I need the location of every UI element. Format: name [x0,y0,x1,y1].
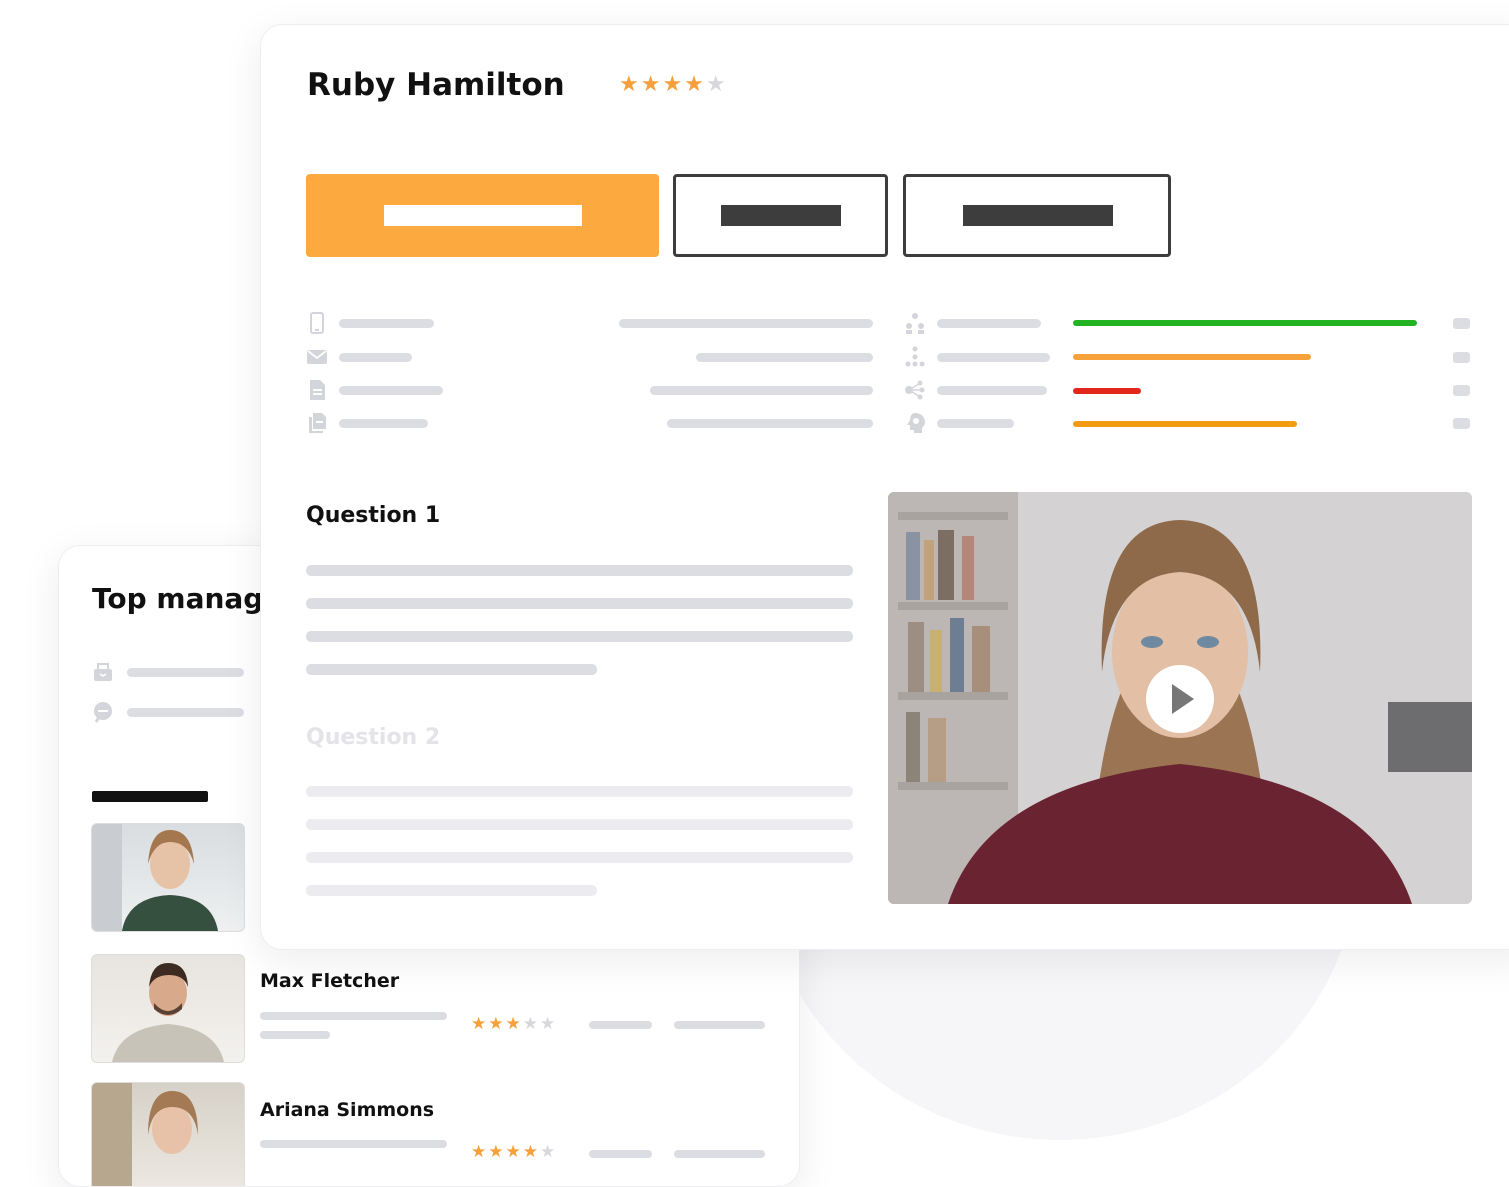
candidate-photo[interactable] [91,1082,245,1186]
candidate-rating: ★★★★★ [471,1014,558,1034]
inbox-icon [92,661,114,683]
contact-placeholder [127,708,244,717]
info-value-placeholder [619,319,873,328]
brain-network-icon [904,379,926,401]
info-label-placeholder [339,419,428,428]
candidate-rating: ★★★★★ [471,1142,558,1162]
tab-tertiary[interactable] [903,174,1171,257]
chat-icon [92,701,114,723]
contact-placeholder [127,668,244,677]
play-icon [1172,684,1194,714]
placeholder-line [589,1150,652,1158]
hierarchy-icon [904,346,926,368]
skill-value-placeholder [1453,418,1470,429]
answer-line [306,885,597,896]
top-managers-title: Top manag [92,582,264,615]
candidate-photo[interactable] [91,823,245,932]
skill-bar [1073,388,1141,394]
skill-bar [1073,421,1297,427]
info-value-placeholder [696,353,873,362]
document-icon [306,379,328,401]
skill-value-placeholder [1453,352,1470,363]
phone-icon [306,312,328,334]
play-button[interactable] [1146,665,1214,733]
skill-value-placeholder [1453,385,1470,396]
team-icon [904,312,926,334]
candidate-name: Ruby Hamilton [307,67,565,103]
tab-label-placeholder [963,205,1113,226]
tab-primary[interactable] [306,174,659,257]
info-value-placeholder [667,419,873,428]
skill-value-placeholder [1453,318,1470,329]
info-value-placeholder [650,386,873,395]
skill-label-placeholder [937,386,1047,395]
info-label-placeholder [339,386,443,395]
candidate-photo[interactable] [91,954,245,1063]
placeholder-line [260,1031,330,1039]
skill-label-placeholder [937,419,1014,428]
placeholder-line [260,1012,447,1020]
section-heading-bar [92,791,208,802]
question-title[interactable]: Question 2 [306,725,440,750]
placeholder-line [589,1021,652,1029]
info-label-placeholder [339,353,412,362]
tab-secondary[interactable] [673,174,888,257]
candidate-rating: ★★★★★ [619,72,728,97]
question-title[interactable]: Question 1 [306,503,440,528]
answer-line [306,852,853,863]
tab-label-placeholder [384,205,582,226]
answer-line [306,565,853,576]
head-gear-icon [904,412,926,434]
answer-line [306,664,597,675]
candidate-profile-card: Ruby Hamilton ★★★★★ Question 1 Question … [260,24,1509,950]
answer-line [306,819,853,830]
info-label-placeholder [339,319,434,328]
skill-label-placeholder [937,319,1041,328]
candidate-name: Max Fletcher [260,970,400,992]
answer-line [306,598,853,609]
skill-bar [1073,320,1417,326]
documents-icon [306,412,328,434]
mail-icon [306,346,328,368]
answer-line [306,786,853,797]
skill-label-placeholder [937,353,1050,362]
placeholder-line [674,1150,765,1158]
tab-label-placeholder [721,205,841,226]
video-player[interactable] [888,492,1472,904]
candidate-name: Ariana Simmons [260,1099,435,1121]
answer-line [306,631,853,642]
placeholder-line [674,1021,765,1029]
skill-bar [1073,354,1311,360]
placeholder-line [260,1140,447,1148]
